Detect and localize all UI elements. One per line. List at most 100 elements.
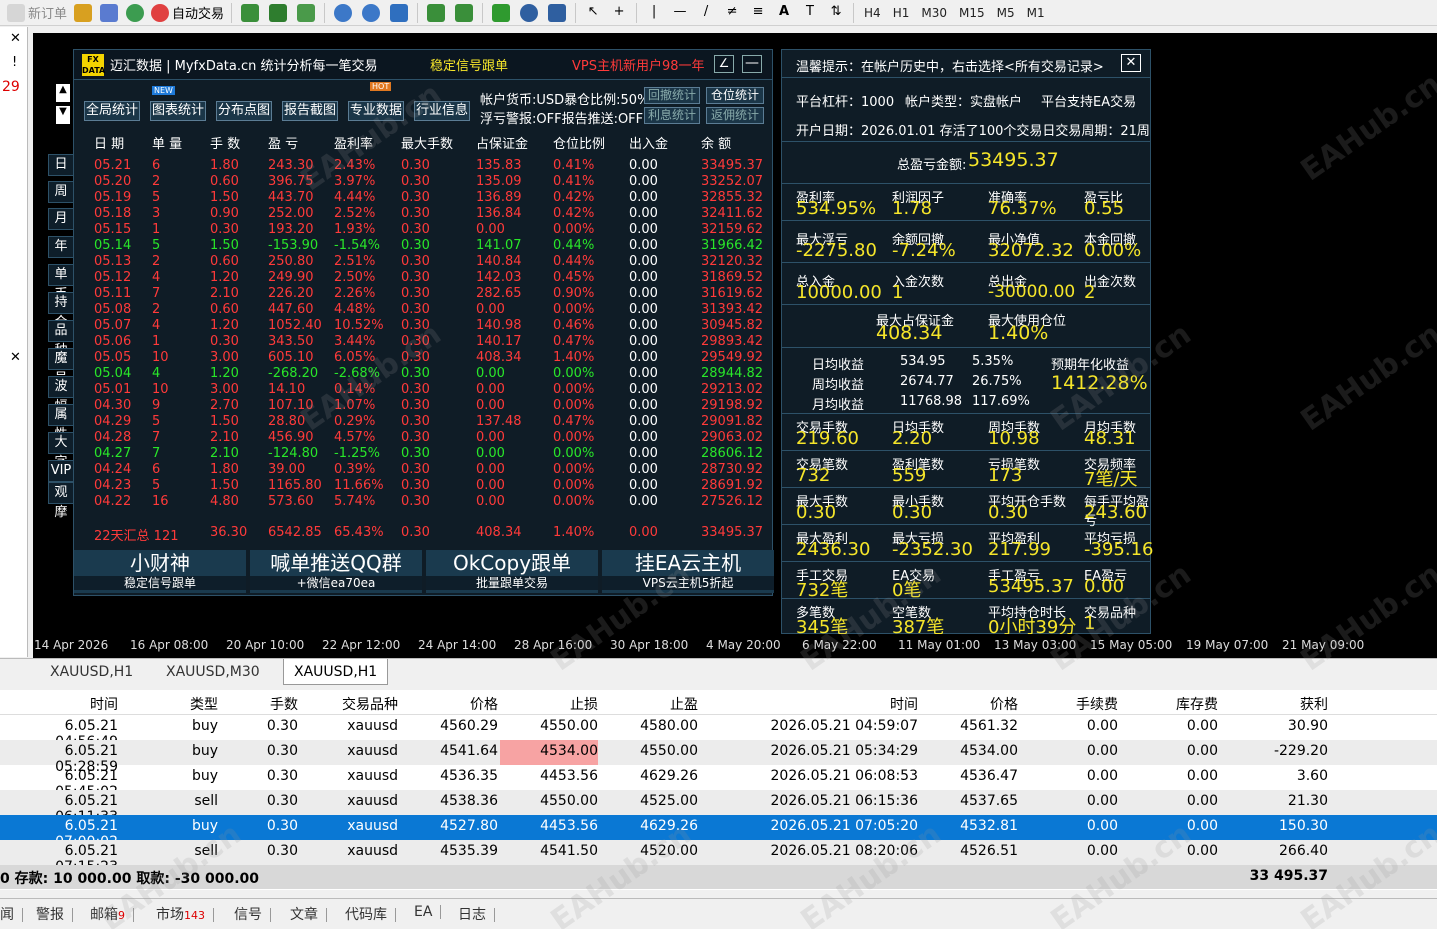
daily-row[interactable]: 04.24 6 1.80 39.00 0.39% 0.30 0.00 0.00% 0.00 287… — [74, 462, 774, 478]
interest-stats-button[interactable]: 利息统计 — [644, 107, 700, 124]
daily-row[interactable]: 04.29 5 1.50 28.80 0.29% 0.30 137.48 0.47% 0.00 2… — [74, 414, 774, 430]
nav-global-stats[interactable]: 全局统计 — [84, 101, 140, 121]
daily-row[interactable]: 05.06 1 0.30 343.50 3.44% 0.30 140.17 0.47% 0.00… — [74, 334, 774, 350]
history-col-header-0[interactable]: 时间 — [0, 694, 118, 714]
position-stats-button[interactable]: 仓位统计 — [706, 87, 764, 104]
terminal-tab-1[interactable]: 警报 — [36, 904, 73, 924]
timeframe-m15[interactable]: M15 — [953, 6, 991, 20]
daily-row[interactable]: 05.13 2 0.60 250.80 2.51% 0.30 140.84 0.44% 0.00… — [74, 254, 774, 270]
side-button-6[interactable]: 品种 — [48, 320, 74, 358]
scroll-down-icon[interactable]: ▼ — [56, 106, 70, 124]
nav-distribution[interactable]: 分布点图 — [216, 101, 272, 121]
promo-button-0[interactable]: 小财神 稳定信号跟单 — [74, 550, 246, 593]
side-button-12[interactable]: 观摩 — [48, 482, 74, 520]
nav-report-screenshot[interactable]: 报告截图 — [282, 101, 338, 121]
cursor-icon[interactable]: ↖ — [584, 4, 602, 22]
terminal-icon[interactable] — [100, 3, 119, 22]
side-button-3[interactable]: 年 — [48, 236, 74, 258]
indicators-icon[interactable] — [492, 3, 511, 22]
gold-icon[interactable] — [74, 3, 93, 22]
candle-chart-icon[interactable] — [269, 3, 288, 22]
trendline-icon[interactable]: / — [697, 4, 715, 22]
nav-chart-stats[interactable]: 图表统计 — [150, 101, 206, 121]
signal-link[interactable]: 稳定信号跟单 — [430, 55, 508, 74]
timeframe-m1[interactable]: M1 — [1021, 6, 1051, 20]
nav-pro-data[interactable]: 专业数据 — [348, 101, 404, 121]
daily-row[interactable]: 05.20 2 0.60 396.75 3.97% 0.30 135.09 0.41% 0.00… — [74, 174, 774, 190]
side-button-1[interactable]: 周 — [48, 181, 74, 203]
vps-link[interactable]: VPS主机新用户98一年 — [572, 55, 705, 74]
daily-row[interactable]: 04.27 7 2.10 -124.80 -1.25% 0.30 0.00 0.00% 0.00… — [74, 446, 774, 462]
timeframe-h1[interactable]: H1 — [887, 6, 916, 20]
scroll-up-icon[interactable]: ▲ — [56, 84, 70, 102]
autoscroll-icon[interactable] — [455, 3, 474, 22]
nav-industry-info[interactable]: 行业信息 — [414, 101, 470, 121]
vertical-line-icon[interactable]: | — [645, 4, 663, 22]
auto-trade-button[interactable]: 自动交易 — [148, 2, 227, 24]
side-button-8[interactable]: 波幅 — [48, 376, 74, 414]
zoom-out-icon[interactable] — [362, 3, 381, 22]
terminal-tab-6[interactable]: 代码库 — [345, 904, 396, 924]
history-col-header-7[interactable]: 时间 — [700, 694, 918, 714]
side-button-10[interactable]: 大字 — [48, 432, 74, 470]
daily-row[interactable]: 05.08 2 0.60 447.60 4.48% 0.30 0.00 0.00% 0.00 31… — [74, 302, 774, 318]
periods-icon[interactable] — [520, 3, 539, 22]
tab-xauusd-h1[interactable]: XAUUSD,H1 — [40, 659, 143, 685]
side-button-11[interactable]: VIP — [48, 460, 74, 482]
timeframe-h4[interactable]: H4 — [858, 6, 887, 20]
terminal-tab-8[interactable]: 日志 — [458, 904, 495, 924]
daily-row[interactable]: 05.01 10 3.00 14.10 0.14% 0.30 0.00 0.00% 0.00 29… — [74, 382, 774, 398]
history-row[interactable]: 6.05.21 05:45:02buy0.30xauusd4536.354453… — [0, 765, 1437, 800]
timeframe-m30[interactable]: M30 — [915, 6, 953, 20]
new-order-button[interactable]: 新订单 — [4, 2, 70, 24]
terminal-tab-0[interactable]: 闻 — [0, 904, 23, 924]
close-icon[interactable]: ✕ — [10, 350, 21, 365]
daily-row[interactable]: 05.19 5 1.50 443.70 4.44% 0.30 136.89 0.42% 0.00… — [74, 190, 774, 206]
bar-chart-icon[interactable] — [241, 3, 260, 22]
daily-row[interactable]: 05.14 5 1.50 -153.90 -1.54% 0.30 141.07 0.44% 0.… — [74, 238, 774, 254]
templates-icon[interactable] — [548, 3, 567, 22]
daily-row[interactable]: 05.07 4 1.20 1052.40 10.52% 0.30 140.98 0.46% 0.… — [74, 318, 774, 334]
timeframe-m5[interactable]: M5 — [991, 6, 1021, 20]
promo-button-3[interactable]: 挂EA云主机 VPS云主机5折起 — [602, 550, 774, 593]
channel-icon[interactable]: ≠ — [723, 4, 741, 22]
side-button-2[interactable]: 月 — [48, 208, 74, 230]
history-row[interactable]: 6.05.21 05:28:59 buy 0.30 xauusd 4541.64 4534… — [0, 740, 1437, 775]
promo-button-1[interactable]: 喊单推送QQ群 +微信ea70ea — [250, 550, 422, 593]
daily-row[interactable]: 04.30 9 2.70 107.10 1.07% 0.30 0.00 0.00% 0.00 29… — [74, 398, 774, 414]
close-icon[interactable]: ✕ — [10, 31, 21, 46]
close-icon[interactable]: ✕ — [1121, 54, 1141, 72]
history-col-header-9[interactable]: 手续费 — [1020, 694, 1118, 714]
daily-row[interactable]: 04.28 7 2.10 456.90 4.57% 0.30 0.00 0.00% 0.00 29… — [74, 430, 774, 446]
text-label-icon[interactable]: T — [801, 4, 819, 22]
history-row[interactable]: 6.05.21 06:11:33sell0.30xauusd4538.36455… — [0, 790, 1437, 825]
daily-row[interactable]: 05.21 6 1.80 243.30 2.43% 0.30 135.83 0.41% 0.00… — [74, 158, 774, 174]
daily-row[interactable]: 05.05 10 3.00 605.10 6.05% 0.30 408.34 1.40% 0.0… — [74, 350, 774, 366]
market-icon[interactable] — [126, 3, 145, 22]
history-col-header-2[interactable]: 手数 — [220, 694, 298, 714]
horizontal-line-icon[interactable]: — — [671, 4, 689, 22]
terminal-tab-5[interactable]: 文章 — [290, 904, 327, 924]
arrows-icon[interactable]: ⇅ — [827, 4, 845, 22]
edit-icon[interactable]: ∠ — [714, 55, 734, 73]
daily-row[interactable]: 05.12 4 1.20 249.90 2.50% 0.30 142.03 0.45% 0.00… — [74, 270, 774, 286]
history-col-header-6[interactable]: 止盈 — [600, 694, 698, 714]
daily-row[interactable]: 04.23 5 1.50 1165.80 11.66% 0.30 0.00 0.00% 0.00… — [74, 478, 774, 494]
withdraw-stats-button[interactable]: 回撤统计 — [644, 87, 700, 104]
history-row[interactable]: 6.05.21 04:56:49buy0.30xauusd4560.294550… — [0, 715, 1437, 750]
history-col-header-5[interactable]: 止损 — [500, 694, 598, 714]
tile-windows-icon[interactable] — [390, 3, 409, 22]
terminal-tab-4[interactable]: 信号 — [234, 904, 271, 924]
terminal-tab-2[interactable]: 邮箱9 — [90, 904, 134, 924]
daily-row[interactable]: 05.11 7 2.10 226.20 2.26% 0.30 282.65 0.90% 0.00… — [74, 286, 774, 302]
line-chart-icon[interactable] — [297, 3, 316, 22]
history-row[interactable]: 6.05.21 07:15:23sell0.30xauusd4535.39454… — [0, 840, 1437, 875]
commission-stats-button[interactable]: 返佣统计 — [706, 107, 764, 124]
side-button-5[interactable]: 持仓 — [48, 292, 74, 330]
daily-row[interactable]: 05.15 1 0.30 193.20 1.93% 0.30 0.00 0.00% 0.00 32… — [74, 222, 774, 238]
side-button-9[interactable]: 属性 — [48, 404, 74, 442]
daily-row[interactable]: 04.22 16 4.80 573.60 5.74% 0.30 0.00 0.00% 0.00 2… — [74, 494, 774, 510]
history-col-header-3[interactable]: 交易品种 — [300, 694, 398, 714]
history-col-header-8[interactable]: 价格 — [920, 694, 1018, 714]
chart-shift-icon[interactable] — [427, 3, 446, 22]
